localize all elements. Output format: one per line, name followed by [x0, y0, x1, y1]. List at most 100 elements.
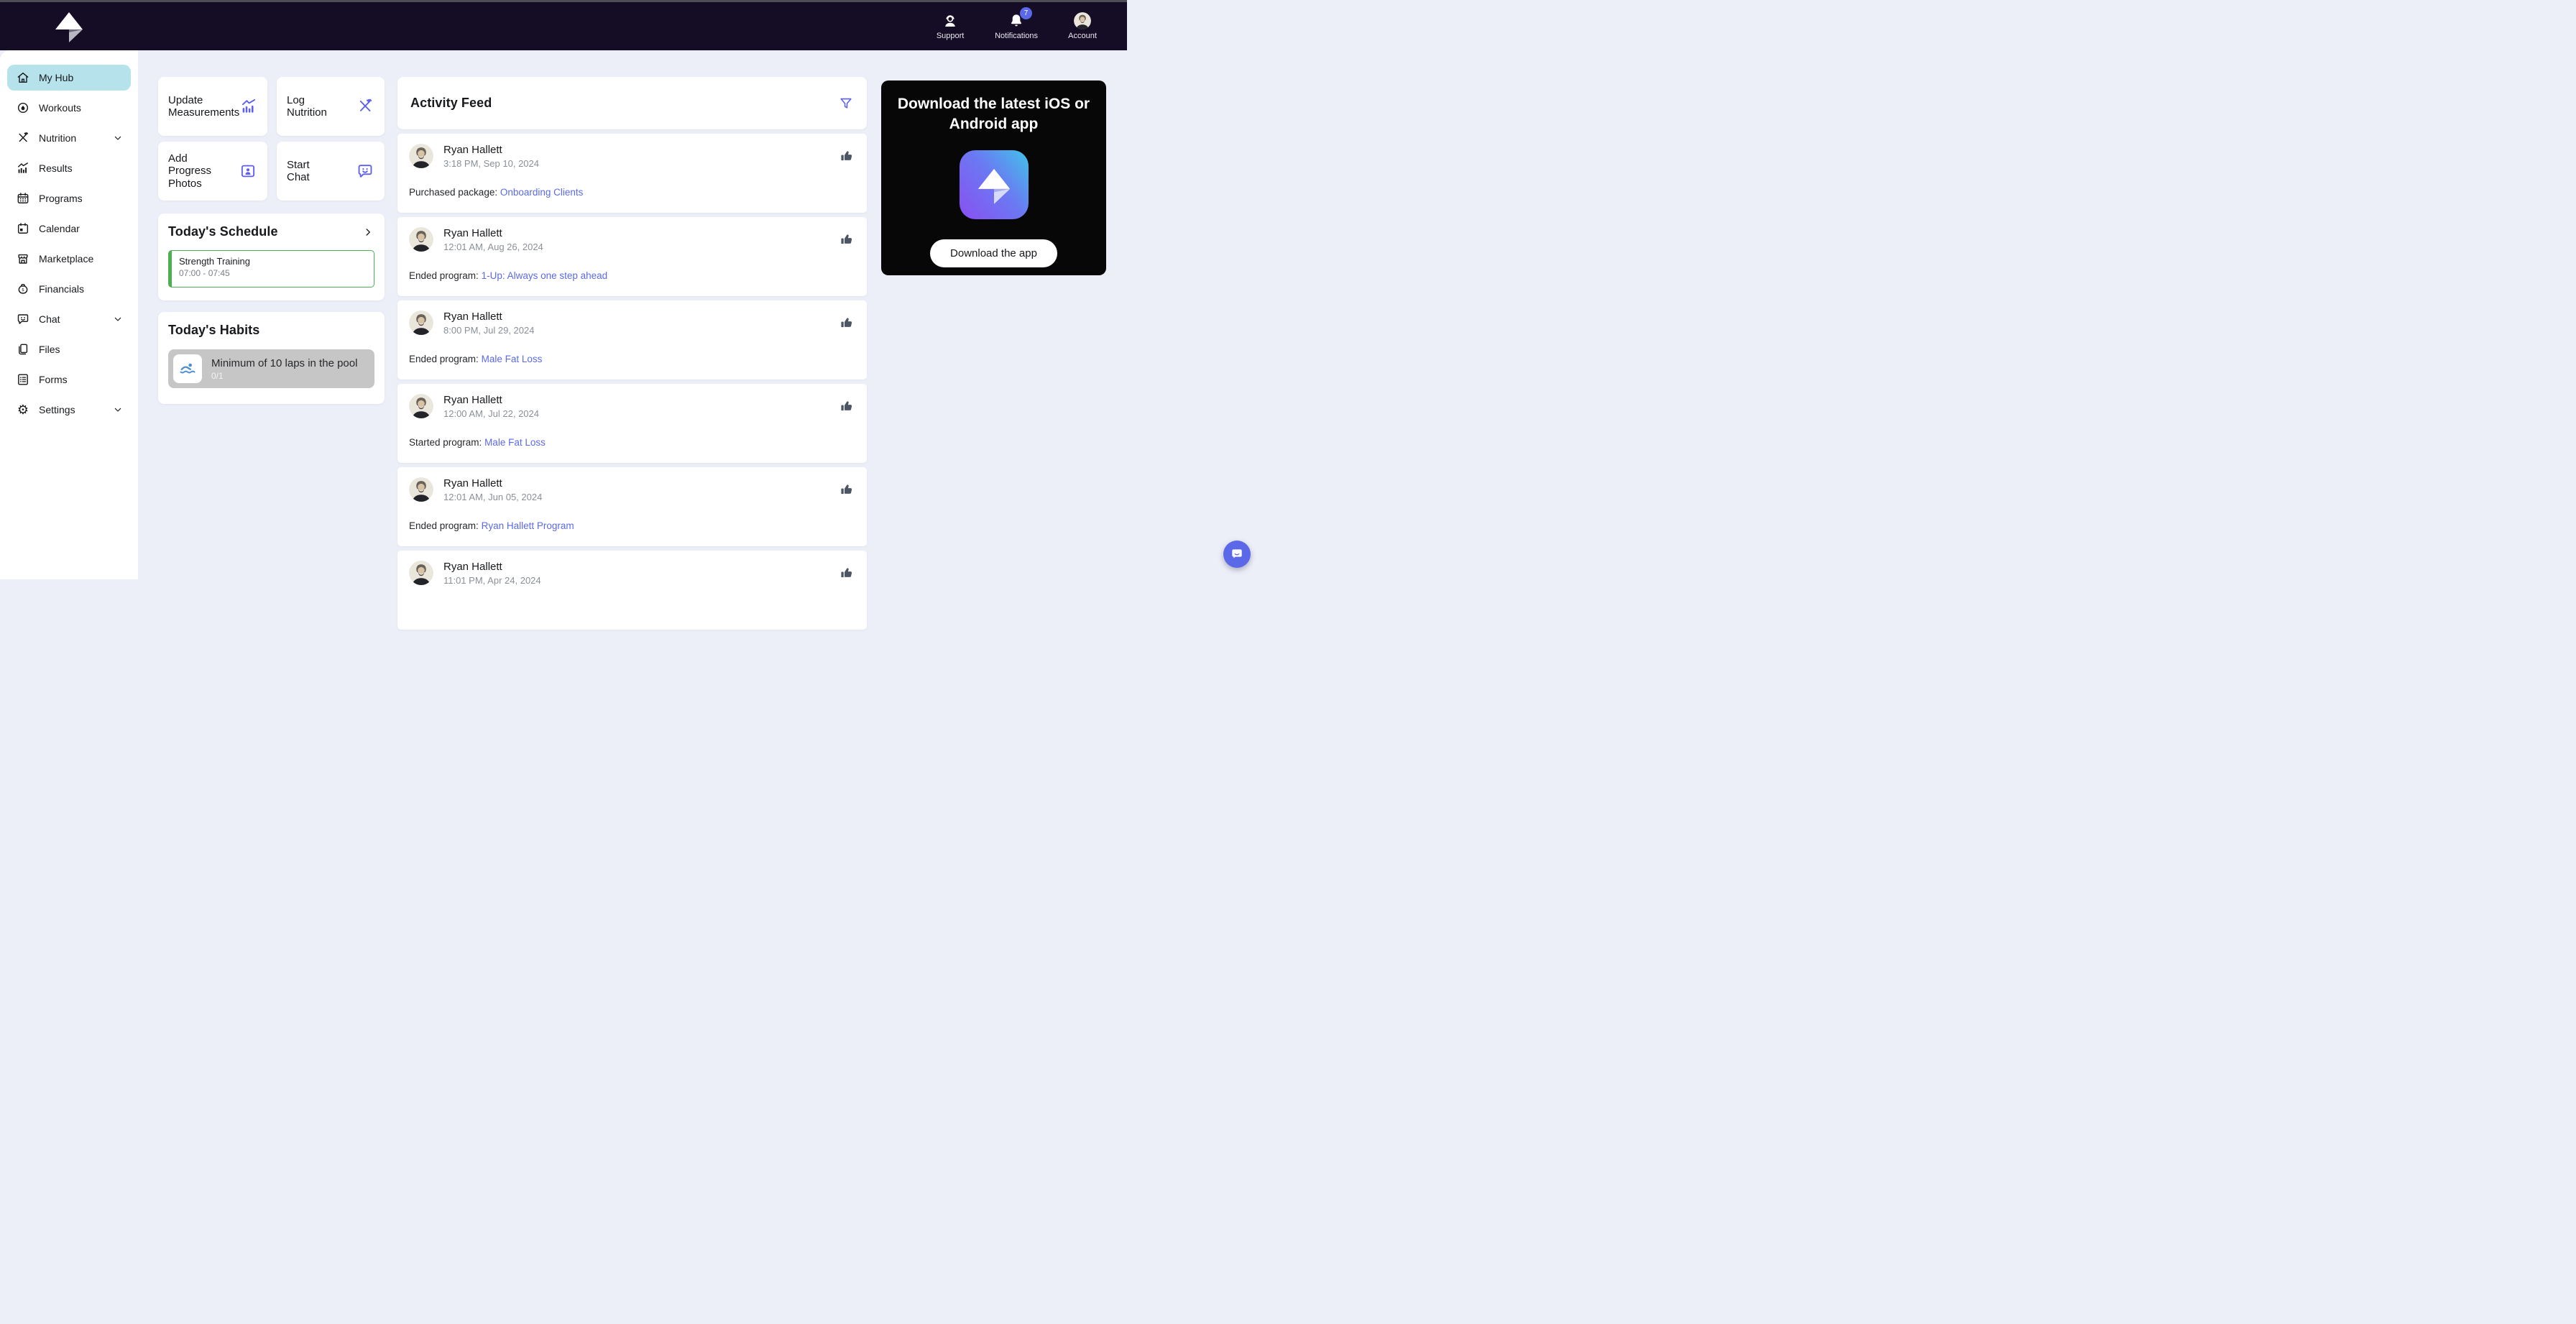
forms-icon — [16, 372, 30, 387]
nutrition-icon — [356, 97, 374, 116]
feed-item-link[interactable]: 1-Up: Always one step ahead — [482, 270, 608, 281]
feed-item-link[interactable]: Male Fat Loss — [484, 437, 546, 448]
sidebar-item-calendar[interactable]: Calendar — [7, 216, 131, 242]
feed-item-timestamp: 12:00 AM, Jul 22, 2024 — [443, 408, 539, 419]
notifications-button[interactable]: 7 Notifications — [995, 7, 1038, 40]
sidebar-item-nutrition[interactable]: Nutrition — [7, 125, 131, 151]
schedule-event[interactable]: Strength Training 07:00 - 07:45 — [168, 250, 374, 288]
calendar-icon — [16, 221, 30, 236]
habit-item[interactable]: Minimum of 10 laps in the pool 0/1 — [168, 349, 374, 388]
support-headset-icon — [942, 12, 959, 29]
notifications-label: Notifications — [995, 32, 1038, 40]
feed-item-action: Ended program: — [409, 354, 479, 364]
sidebar-item-label: Programs — [39, 193, 83, 204]
feed-item-action: Purchased package: — [409, 187, 498, 198]
feed-item-name: Ryan Hallett — [443, 477, 502, 489]
nutrition-icon — [16, 131, 30, 145]
feed-item-timestamp: 12:01 AM, Aug 26, 2024 — [443, 242, 543, 252]
feed-item-link[interactable]: Male Fat Loss — [482, 354, 543, 364]
sidebar-item-results[interactable]: Results — [7, 155, 131, 181]
avatar — [409, 144, 433, 168]
feed-item: Ryan Hallett 12:01 AM, Jun 05, 2024 Ende… — [397, 467, 867, 546]
quick-actions: Update Measurements Log Nutrition Add Progr… — [158, 77, 385, 201]
update-measurements-card[interactable]: Update Measurements — [158, 77, 267, 136]
event-title: Strength Training — [179, 256, 251, 267]
feed-item: Ryan Hallett 8:00 PM, Jul 29, 2024 Ended… — [397, 300, 867, 380]
support-label: Support — [936, 32, 965, 40]
progress-photos-icon — [239, 162, 257, 180]
thumbs-up-icon[interactable] — [840, 566, 854, 580]
download-app-button[interactable]: Download the app — [930, 239, 1057, 267]
sidebar-item-label: Workouts — [39, 102, 81, 114]
sidebar-item-chat[interactable]: Chat — [7, 306, 131, 332]
avatar — [409, 227, 433, 252]
feed-item-link[interactable]: Onboarding Clients — [500, 187, 584, 198]
sidebar-item-financials[interactable]: $ Financials — [7, 276, 131, 302]
avatar — [409, 561, 433, 585]
swimmer-icon — [173, 354, 202, 383]
feed-item-action: Ended program: — [409, 520, 479, 531]
app-logo-icon[interactable] — [52, 9, 86, 43]
sidebar-item-label: My Hub — [39, 72, 74, 83]
sidebar-item-programs[interactable]: Programs — [7, 185, 131, 211]
files-icon — [16, 342, 30, 357]
results-icon — [16, 161, 30, 175]
thumbs-up-icon[interactable] — [840, 149, 854, 163]
sidebar-item-forms[interactable]: Forms — [7, 367, 131, 392]
thumbs-up-icon[interactable] — [840, 482, 854, 497]
sidebar-item-settings[interactable]: ⚙ Settings — [7, 397, 131, 423]
main-content: Update Measurements Log Nutrition Add Progr… — [138, 50, 1251, 630]
chat-icon — [16, 312, 30, 326]
feed-item-timestamp: 8:00 PM, Jul 29, 2024 — [443, 325, 535, 336]
financials-icon: $ — [16, 282, 30, 296]
support-button[interactable]: Support — [930, 12, 970, 40]
chat-icon — [356, 162, 374, 180]
sidebar-item-label: Marketplace — [39, 253, 94, 265]
sidebar-item-my-hub[interactable]: My Hub — [7, 65, 131, 91]
schedule-title: Today's Schedule — [168, 224, 278, 239]
thumbs-up-icon[interactable] — [840, 316, 854, 330]
sidebar-item-marketplace[interactable]: Marketplace — [7, 246, 131, 272]
feed-item-name: Ryan Hallett — [443, 311, 502, 323]
sidebar-item-label: Chat — [39, 313, 60, 325]
programs-icon — [16, 191, 30, 206]
sidebar-item-label: Financials — [39, 283, 85, 295]
thumbs-up-icon[interactable] — [840, 232, 854, 247]
add-progress-photos-card[interactable]: Add Progress Photos — [158, 142, 267, 201]
avatar — [409, 477, 433, 502]
feed-item: Ryan Hallett 12:01 AM, Aug 26, 2024 Ende… — [397, 217, 867, 296]
feed-item-timestamp: 12:01 AM, Jun 05, 2024 — [443, 492, 543, 502]
sidebar-item-label: Settings — [39, 404, 75, 415]
feed-item: Ryan Hallett 11:01 PM, Apr 24, 2024 — [397, 551, 867, 630]
chevron-down-icon — [112, 132, 124, 144]
sidebar-item-label: Nutrition — [39, 132, 77, 144]
sidebar-item-files[interactable]: Files — [7, 336, 131, 362]
habit-progress: 0/1 — [211, 370, 224, 381]
todays-habits-card: Today's Habits Minimum of 10 laps in the… — [158, 312, 385, 404]
app-store-icon — [959, 150, 1029, 219]
feed-item-name: Ryan Hallett — [443, 144, 502, 156]
habits-title: Today's Habits — [168, 323, 260, 337]
feed-item: Ryan Hallett 3:18 PM, Sep 10, 2024 Purch… — [397, 134, 867, 213]
feed-item-timestamp: 3:18 PM, Sep 10, 2024 — [443, 158, 539, 169]
log-nutrition-card[interactable]: Log Nutrition — [277, 77, 385, 136]
sidebar: My Hub Workouts Nutrition Results Progra… — [0, 50, 138, 579]
account-button[interactable]: Account — [1062, 12, 1103, 40]
activity-feed-title: Activity Feed — [410, 96, 492, 110]
workouts-icon — [16, 101, 30, 115]
settings-icon: ⚙ — [17, 403, 29, 417]
feed-item-link[interactable]: Ryan Hallett Program — [482, 520, 574, 531]
topbar: Support 7 Notifications Account — [0, 2, 1127, 50]
notifications-badge: 7 — [1020, 7, 1032, 19]
chat-fab-button[interactable] — [1223, 541, 1251, 568]
thumbs-up-icon[interactable] — [840, 399, 854, 413]
sidebar-item-label: Files — [39, 344, 60, 355]
sidebar-item-label: Results — [39, 162, 73, 174]
avatar — [409, 311, 433, 335]
account-label: Account — [1068, 32, 1097, 40]
start-chat-card[interactable]: Start Chat — [277, 142, 385, 201]
filter-icon[interactable] — [838, 96, 854, 111]
measurements-chart-icon — [239, 97, 258, 116]
chevron-right-icon[interactable] — [362, 226, 374, 239]
sidebar-item-workouts[interactable]: Workouts — [7, 95, 131, 121]
